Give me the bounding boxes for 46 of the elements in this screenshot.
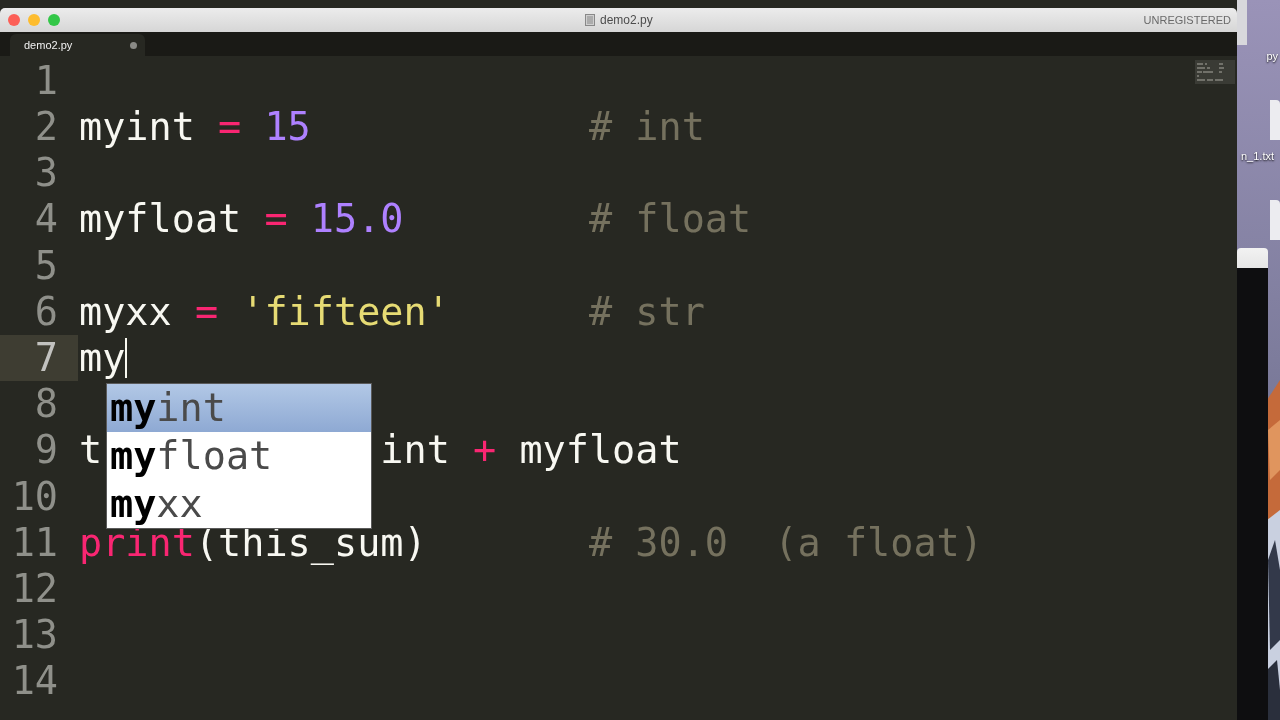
line-number: 14: [11, 662, 58, 701]
line-number: 5: [34, 246, 58, 286]
line-number: 4: [34, 200, 58, 239]
desktop-icon-label: py: [1266, 50, 1278, 62]
file-icon: [1270, 100, 1280, 140]
code-token: int: [380, 431, 451, 470]
file-tab[interactable]: demo2.py: [10, 34, 145, 56]
line-number: 3: [34, 154, 58, 193]
code-comment: # int: [588, 108, 705, 147]
line-number: 2: [34, 108, 58, 147]
code-token: 'fifteen': [241, 292, 450, 332]
code-token: =: [218, 108, 243, 147]
code-token: +: [473, 431, 498, 470]
minimize-button[interactable]: [28, 14, 40, 26]
code-token: t: [79, 431, 103, 470]
document-icon: [585, 14, 595, 26]
minimap-drawing: [1195, 60, 1235, 84]
license-label: UNREGISTERED: [1143, 14, 1231, 26]
line-number: 13: [11, 616, 58, 655]
code-token: myfloat: [519, 431, 682, 470]
line-number: 6: [34, 292, 58, 332]
completion-item[interactable]: myfloat: [107, 432, 371, 480]
line-number: 11: [11, 523, 58, 563]
window-title: demo2.py: [600, 13, 653, 27]
code-token: myint: [79, 108, 196, 147]
zoom-button[interactable]: [48, 14, 60, 26]
code-comment: # 30.0 (a float): [588, 523, 983, 563]
code-token: =: [194, 292, 220, 332]
line-number: 9: [34, 431, 58, 470]
code-token: 15: [264, 108, 311, 147]
desktop-icon-label: n_1.txt: [1240, 150, 1274, 162]
code-token: 15.0: [310, 200, 404, 239]
file-icon: [1270, 200, 1280, 240]
code-comment: # float: [588, 200, 752, 239]
code-token: myxx: [79, 292, 173, 332]
line-number: 12: [11, 569, 58, 609]
line-number: 1: [34, 61, 58, 101]
line-number: 10: [11, 477, 58, 517]
close-button[interactable]: [8, 14, 20, 26]
code-token: =: [264, 200, 289, 239]
code-comment: # str: [588, 292, 705, 332]
code-token: my: [79, 338, 126, 378]
line-number: 7: [34, 338, 58, 378]
code-token: myfloat: [79, 200, 243, 239]
line-number: 8: [34, 385, 58, 424]
completion-item[interactable]: myint: [107, 384, 371, 432]
